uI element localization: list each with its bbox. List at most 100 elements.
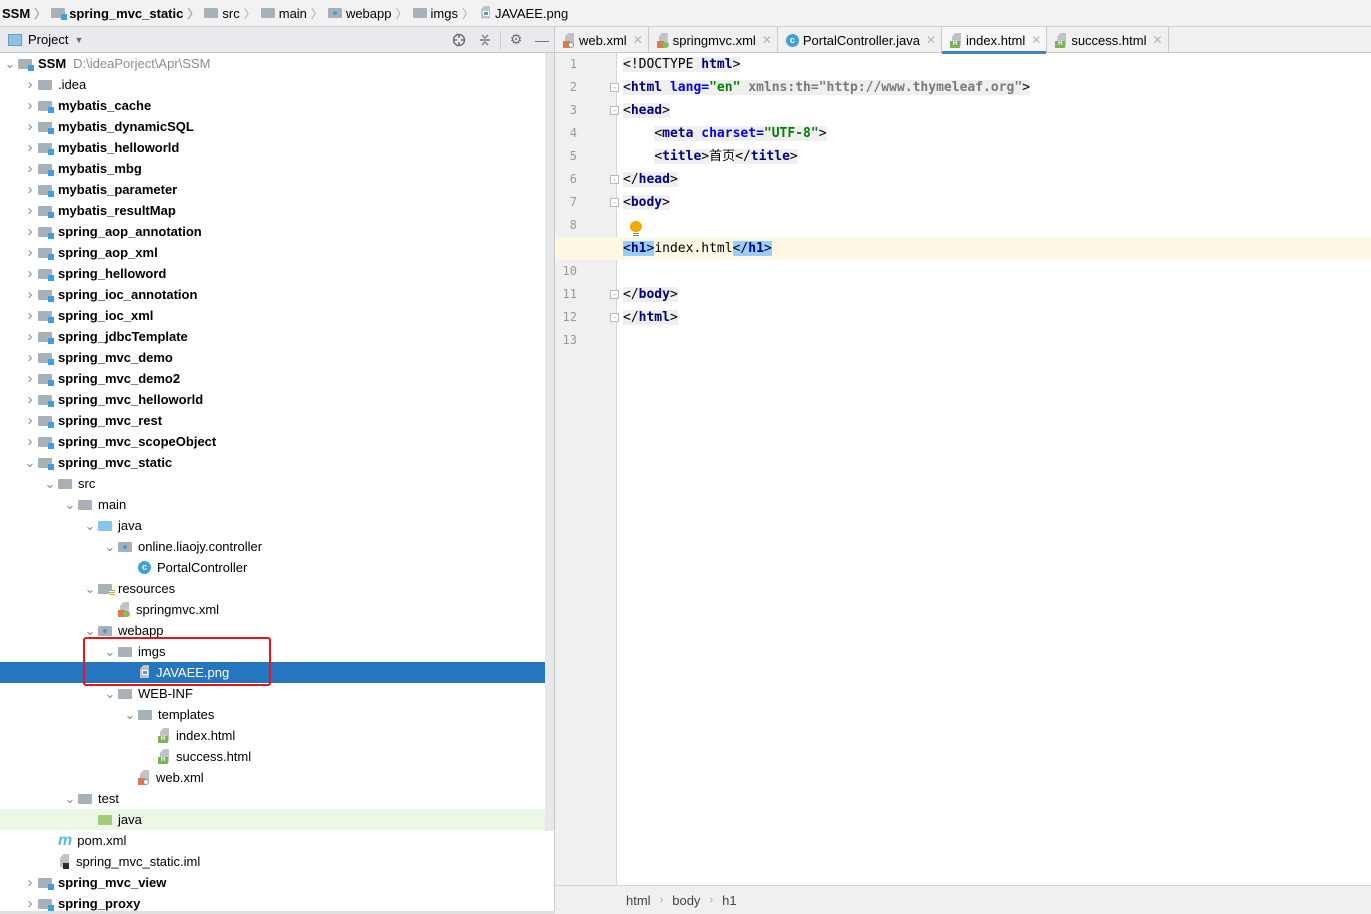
collapse-all-icon[interactable] [472,27,498,53]
tree-item[interactable]: › spring_proxy [0,893,545,911]
chevron-right-icon[interactable]: › [22,118,38,135]
tree-item[interactable]: m pom.xml [0,830,545,851]
chevron-right-icon[interactable]: › [22,412,38,429]
tree-item[interactable]: Hsuccess.html [0,746,545,767]
breadcrumb-item[interactable]: src 〉 [204,0,260,27]
chevron-right-icon[interactable]: › [22,139,38,156]
tree-item[interactable]: ⌄ spring_mvc_static [0,452,545,473]
tree-item[interactable]: › mybatis_parameter [0,179,545,200]
chevron-down-icon[interactable]: ⌄ [102,539,118,555]
chevron-right-icon[interactable]: › [22,97,38,114]
tree-item[interactable]: › spring_mvc_rest [0,410,545,431]
chevron-right-icon[interactable]: › [22,328,38,345]
chevron-down-icon[interactable]: ⌄ [22,455,38,471]
tree-item[interactable]: › spring_helloword [0,263,545,284]
structure-crumb[interactable]: html [626,893,651,908]
tree-item[interactable]: › spring_mvc_scopeObject [0,431,545,452]
tree-item[interactable]: › mybatis_resultMap [0,200,545,221]
tree-item[interactable]: ⌄ templates [0,704,545,725]
breadcrumb-item[interactable]: SSM 〉 [2,0,51,27]
tree-item[interactable]: spring_mvc_static.iml [0,851,545,872]
tree-item[interactable]: ⌄ resources [0,578,545,599]
chevron-right-icon[interactable]: › [22,433,38,450]
chevron-down-icon[interactable]: ⌄ [62,791,78,807]
editor-tab[interactable]: springmvc.xml ✕ [649,27,778,53]
chevron-down-icon[interactable]: ⌄ [42,476,58,492]
chevron-down-icon[interactable]: ⌄ [102,644,118,660]
project-view-selector[interactable]: Project ▼ [8,32,83,47]
chevron-right-icon[interactable]: › [22,181,38,198]
chevron-down-icon[interactable]: ⌄ [82,581,98,597]
chevron-right-icon[interactable]: › [22,391,38,408]
tree-item[interactable]: ⌄ java [0,515,545,536]
close-icon[interactable]: ✕ [1031,33,1041,47]
editor-tab[interactable]: web.xml ✕ [555,27,649,53]
code-editor[interactable]: <!DOCTYPE html> <html lang="en" xmlns:th=… [617,53,1371,885]
editor-tab[interactable]: c PortalController.java ✕ [778,27,943,53]
chevron-down-icon[interactable]: ⌄ [82,623,98,639]
close-icon[interactable]: ✕ [1152,33,1162,47]
lightbulb-icon[interactable] [630,221,642,237]
structure-crumb[interactable]: h1 [722,893,736,908]
tree-item[interactable]: JAVAEE.png [0,662,555,683]
breadcrumb-item[interactable]: spring_mvc_static 〉 [51,0,204,27]
tree-item[interactable]: ⌄ webapp [0,620,545,641]
tree-item[interactable]: › mybatis_dynamicSQL [0,116,545,137]
chevron-right-icon[interactable]: › [22,895,38,911]
chevron-down-icon[interactable]: ⌄ [2,56,18,72]
tree-scrollbar[interactable] [545,53,554,831]
chevron-right-icon[interactable]: › [22,202,38,219]
tree-item[interactable]: › mybatis_helloworld [0,137,545,158]
chevron-right-icon[interactable]: › [22,349,38,366]
tree-item[interactable]: springmvc.xml [0,599,545,620]
chevron-right-icon[interactable]: › [22,76,38,93]
editor-tab[interactable]: Hsuccess.html ✕ [1047,27,1169,53]
chevron-right-icon[interactable]: › [22,286,38,303]
tree-item[interactable]: › spring_ioc_annotation [0,284,545,305]
locate-icon[interactable] [446,27,472,53]
tree-item[interactable]: web.xml [0,767,545,788]
tree-item[interactable]: ⌄ WEB-INF [0,683,545,704]
chevron-right-icon[interactable]: › [22,223,38,240]
chevron-right-icon[interactable]: › [22,874,38,891]
chevron-down-icon[interactable]: ⌄ [82,518,98,534]
tree-item[interactable]: ⌄ main [0,494,545,515]
tree-item[interactable]: Hindex.html [0,725,545,746]
chevron-down-icon[interactable]: ⌄ [62,497,78,513]
breadcrumb-item[interactable]: webapp 〉 [327,0,413,27]
tree-item[interactable]: ⌄ src [0,473,545,494]
breadcrumb-item[interactable]: imgs 〉 [412,0,479,27]
minimize-icon[interactable]: — [529,27,555,53]
tree-item[interactable]: › spring_ioc_xml [0,305,545,326]
chevron-right-icon[interactable]: › [22,370,38,387]
tree-item[interactable]: › spring_mvc_demo [0,347,545,368]
editor-tab[interactable]: Hindex.html ✕ [942,27,1048,54]
tree-item[interactable]: ⌄ test [0,788,545,809]
tree-item[interactable]: java [0,809,555,830]
close-icon[interactable]: ✕ [633,33,643,47]
chevron-down-icon[interactable]: ⌄ [102,686,118,702]
tree-item[interactable]: › .idea [0,74,545,95]
tree-item[interactable]: ⌄ SSM D:\ideaPorject\Apr\SSM [0,53,545,74]
tree-item[interactable]: c PortalController [0,557,545,578]
tree-item[interactable]: › spring_mvc_view [0,872,545,893]
tree-item[interactable]: › spring_mvc_helloworld [0,389,545,410]
chevron-down-icon[interactable]: ⌄ [122,707,138,723]
chevron-right-icon[interactable]: › [22,307,38,324]
gear-icon[interactable]: ⚙ [503,27,529,53]
chevron-right-icon[interactable]: › [22,265,38,282]
tree-item[interactable]: › spring_jdbcTemplate [0,326,545,347]
tree-item[interactable]: › spring_mvc_demo2 [0,368,545,389]
tree-item[interactable]: › spring_aop_xml [0,242,545,263]
breadcrumb-item[interactable]: JAVAEE.png [479,0,568,27]
tree-item[interactable]: ⌄ online.liaojy.controller [0,536,545,557]
chevron-right-icon[interactable]: › [22,244,38,261]
tree-item[interactable]: › mybatis_mbg [0,158,545,179]
close-icon[interactable]: ✕ [926,33,936,47]
tree-item[interactable]: ⌄ imgs [0,641,545,662]
tree-item[interactable]: › spring_aop_annotation [0,221,545,242]
chevron-right-icon[interactable]: › [22,160,38,177]
breadcrumb-item[interactable]: main 〉 [260,0,328,27]
tree-item[interactable]: › mybatis_cache [0,95,545,116]
structure-crumb[interactable]: body [672,893,700,908]
